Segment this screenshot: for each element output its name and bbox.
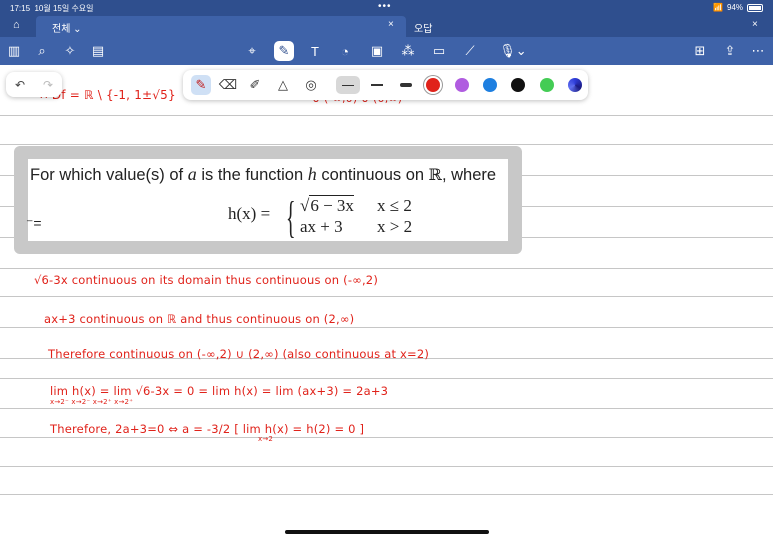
laser-pointer-icon[interactable]: ⟋ — [460, 41, 480, 61]
sidebar-icon[interactable]: ▥ — [4, 41, 24, 61]
handwritten-line-4-subscripts: x→2⁻ x→2⁻ x→2⁺ x→2⁺ — [50, 398, 134, 406]
status-time: 17:15 10월 15일 수요일 — [10, 4, 94, 13]
add-page-icon[interactable]: ⊞ — [690, 41, 710, 61]
handwritten-line-5: Therefore, 2a+3=0 ⇔ a = -3/2 [ lim h(x) … — [50, 422, 365, 436]
color-swatch-purple[interactable] — [455, 78, 469, 92]
share-icon[interactable]: ⇪ — [720, 41, 740, 61]
microphone-icon[interactable]: 🎙⌄ — [498, 41, 528, 61]
ruled-line — [0, 378, 773, 379]
ruled-line — [0, 494, 773, 495]
search-icon[interactable]: ⌕ — [32, 41, 52, 61]
pen-tool-icon[interactable]: ✎ — [274, 41, 294, 61]
ruled-line — [0, 408, 773, 409]
color-swatch-blue[interactable] — [483, 78, 497, 92]
home-icon[interactable]: ⌂ — [13, 19, 20, 31]
highlighter-icon[interactable]: ✐ — [245, 75, 265, 95]
color-swatch-black[interactable] — [511, 78, 525, 92]
color-picker-icon[interactable] — [568, 78, 582, 92]
text-box-icon[interactable]: T — [305, 41, 325, 61]
eraser-icon[interactable]: ⌫ — [218, 75, 238, 95]
image-icon[interactable]: ▣ — [367, 41, 387, 61]
handwritten-line-5-subscript: x→2 — [258, 435, 274, 443]
redo-icon[interactable]: ↷ — [43, 78, 53, 92]
wifi-icon: 📶 — [713, 3, 723, 12]
case2-expression: ax + 3 — [300, 217, 343, 236]
pen-palette: ✎ ⌫ ✐ △ ◎ — [183, 70, 588, 100]
ai-sparkle-icon[interactable]: ✧ — [60, 41, 80, 61]
status-bar: 17:15 10월 15일 수요일 ••• 📶 94% — [0, 0, 773, 16]
case-row-1: √6 − 3x x ≤ 2 — [300, 195, 412, 215]
undo-redo-group: ↶ ↷ — [6, 72, 62, 97]
shapes-icon[interactable]: ◔ — [335, 41, 355, 61]
main-toolbar: ▥ ⌕ ✧ ▤ ⌖ ✎ T ◔ ▣ ⁂ ▭ ⟋ 🎙⌄ ⊞ ⇪ ⋯ — [0, 37, 773, 65]
ruled-line — [0, 437, 773, 438]
elements-icon[interactable]: ⁂ — [398, 41, 418, 61]
handwritten-line-1: √6-3x continuous on its domain thus cont… — [34, 273, 379, 287]
stroke-thin-button[interactable] — [336, 76, 360, 94]
tab-all[interactable]: 전체 ⌄ × — [36, 16, 406, 37]
handwritten-line-2: ax+3 continuous on ℝ and thus continuous… — [44, 312, 355, 326]
pen-icon[interactable]: ✎ — [191, 75, 211, 95]
ruled-line — [0, 327, 773, 328]
undo-icon[interactable]: ↶ — [15, 78, 25, 92]
function-lhs: h(x) = — [228, 204, 271, 223]
battery-icon — [747, 3, 763, 12]
ruled-line — [0, 466, 773, 467]
sticky-note-icon[interactable]: ▭ — [429, 41, 449, 61]
multitask-dots[interactable]: ••• — [378, 1, 392, 12]
battery-percent: 94% — [726, 3, 743, 12]
tab-all-close-icon[interactable]: × — [388, 19, 394, 30]
stroke-medium-button[interactable] — [365, 76, 389, 94]
page-settings-icon[interactable]: ▤ — [88, 41, 108, 61]
shape-pen-icon[interactable]: △ — [273, 75, 293, 95]
lasso-icon[interactable]: ⌖ — [242, 41, 262, 61]
case-row-2: ax + 3 x > 2 — [300, 217, 412, 237]
handwritten-line-3: Therefore continuous on (-∞,2) ∪ (2,∞) (… — [48, 347, 430, 361]
case1-expression: 6 − 3x — [309, 195, 354, 215]
tab-bar: ⌂ 전체 ⌄ × 오답 × — [0, 16, 773, 37]
case1-condition: x ≤ 2 — [377, 196, 412, 215]
ruled-line — [0, 268, 773, 269]
more-options-icon[interactable]: ⋯ — [748, 41, 768, 61]
ruled-line — [0, 296, 773, 297]
color-swatch-green[interactable] — [540, 78, 554, 92]
ruled-line — [0, 115, 773, 116]
tab-wrong-answers[interactable]: 오답 — [414, 20, 432, 35]
home-indicator[interactable] — [285, 530, 489, 534]
case2-condition: x > 2 — [377, 217, 413, 236]
status-right: 📶 94% — [713, 3, 763, 12]
handwritten-line-4: lim h(x) = lim √6-3x = 0 = lim h(x) = li… — [50, 384, 389, 398]
lasso-select-icon[interactable]: ◎ — [301, 75, 321, 95]
color-swatch-red[interactable] — [426, 78, 440, 92]
problem-question: For which value(s) of a is the function … — [30, 164, 497, 184]
tab-all-label: 전체 ⌄ — [52, 24, 82, 35]
ruled-line — [0, 144, 773, 145]
handwritten-mark: ⁻= — [26, 215, 42, 231]
stroke-thick-button[interactable] — [394, 76, 418, 94]
tab-wrong-close-icon[interactable]: × — [752, 19, 758, 30]
piecewise-brace: { — [286, 193, 296, 242]
